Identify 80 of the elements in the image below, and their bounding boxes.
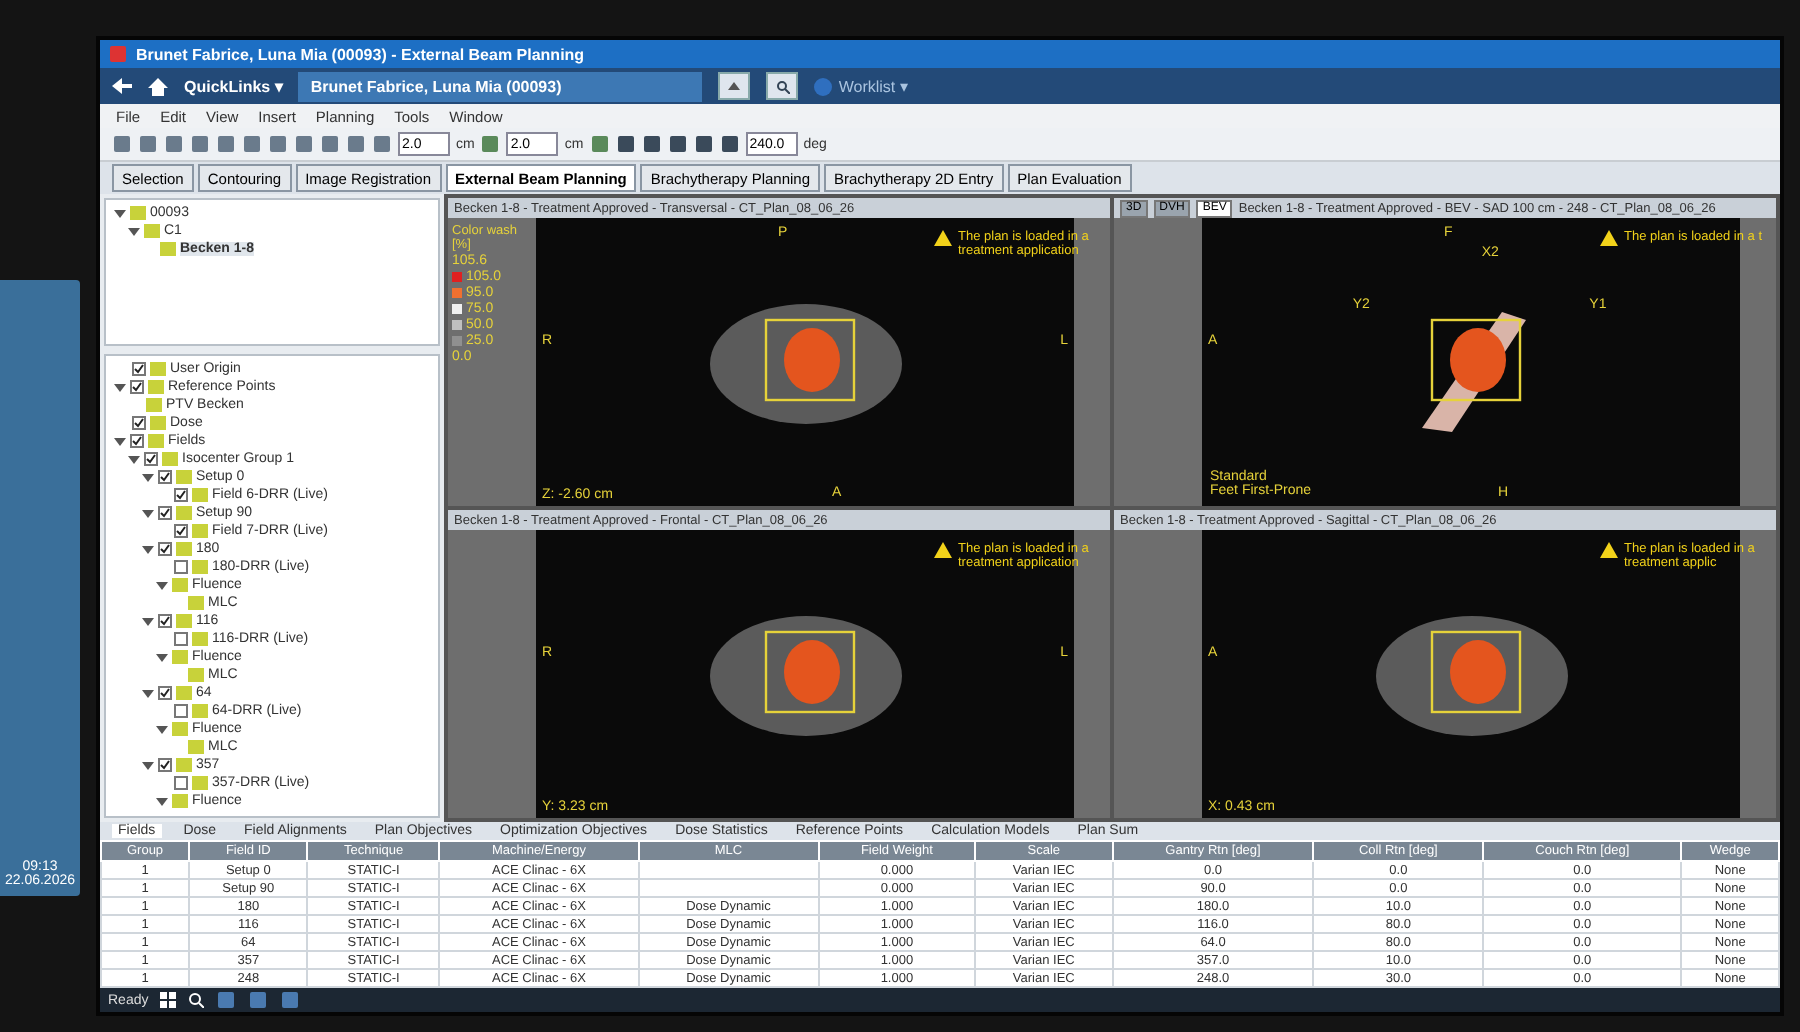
tree-node-icon — [192, 704, 208, 719]
collapse-arrow-icon[interactable] — [142, 507, 154, 520]
tree-node-icon — [162, 452, 178, 467]
tree-node-icon — [176, 506, 192, 521]
tree-node-icon — [176, 470, 192, 485]
collapse-arrow-icon[interactable] — [156, 579, 168, 592]
tree-node-icon — [176, 686, 192, 701]
patient-field[interactable]: Brunet Fabrice, Luna Mia (00093) — [298, 71, 703, 101]
worklist-menu[interactable]: Worklist ▾ — [814, 77, 908, 95]
tree-node-icon — [148, 380, 164, 395]
tree-node-icon — [172, 578, 188, 593]
collapse-arrow-icon[interactable] — [156, 795, 168, 808]
warning-icon — [934, 230, 952, 246]
taskbar-app-icon[interactable] — [216, 990, 237, 1010]
taskbar-app-icon[interactable] — [248, 990, 269, 1010]
tree-node-icon — [192, 776, 208, 791]
home-icon[interactable] — [148, 77, 168, 95]
start-icon[interactable] — [160, 992, 177, 1008]
collapse-arrow-icon[interactable] — [142, 471, 154, 484]
collapse-arrow-icon[interactable] — [142, 759, 154, 772]
checkbox[interactable] — [174, 632, 188, 647]
tree-node-icon — [176, 758, 192, 773]
checkbox[interactable] — [132, 416, 146, 431]
collapse-arrow-icon[interactable] — [128, 453, 140, 466]
tree-node-icon — [188, 596, 204, 611]
taskbar-app-icon[interactable] — [280, 990, 301, 1010]
warning-icon — [1600, 542, 1618, 558]
collapse-arrow-icon[interactable] — [128, 225, 140, 237]
checkbox[interactable] — [174, 524, 188, 539]
collapse-arrow-icon[interactable] — [142, 687, 154, 700]
checkbox[interactable] — [174, 776, 188, 791]
tree-node-icon — [176, 614, 192, 629]
tree-node-icon — [150, 362, 166, 377]
checkbox[interactable] — [130, 434, 144, 449]
worklist-icon — [814, 77, 833, 95]
checkbox[interactable] — [158, 542, 172, 557]
checkbox[interactable] — [130, 380, 144, 395]
up-triangle-icon — [728, 82, 741, 90]
checkbox[interactable] — [158, 614, 172, 629]
collapse-arrow-icon[interactable] — [156, 723, 168, 736]
checkbox[interactable] — [174, 560, 188, 575]
tree-node-icon — [130, 206, 146, 220]
warning-icon — [1600, 230, 1618, 246]
tree-node-icon — [188, 740, 204, 755]
tree-node-icon — [192, 488, 208, 503]
tree-node-icon — [176, 542, 192, 557]
collapse-arrow-icon[interactable] — [142, 615, 154, 628]
tree-node-icon — [172, 794, 188, 809]
tree-node-icon — [192, 560, 208, 575]
checkbox[interactable] — [174, 488, 188, 503]
checkbox[interactable] — [174, 704, 188, 719]
quicklinks-menu[interactable]: QuickLinks ▾ — [184, 77, 283, 95]
search-icon — [775, 79, 790, 93]
tree-node-icon — [146, 398, 162, 413]
tree-node-icon — [192, 524, 208, 539]
tree-node-icon — [172, 722, 188, 737]
collapse-arrow-icon[interactable] — [114, 207, 126, 219]
checkbox[interactable] — [144, 452, 158, 467]
tree-node-icon — [144, 224, 160, 238]
tree-node-icon — [192, 632, 208, 647]
checkbox[interactable] — [158, 470, 172, 485]
checkbox[interactable] — [158, 758, 172, 773]
search-icon[interactable] — [188, 992, 205, 1008]
collapse-arrow-icon[interactable] — [114, 381, 126, 394]
tree-node-icon — [150, 416, 166, 431]
collapse-arrow-icon[interactable] — [156, 651, 168, 664]
checkbox[interactable] — [132, 362, 146, 377]
search-button[interactable] — [766, 72, 799, 100]
collapse-arrow-icon[interactable] — [114, 435, 126, 448]
warning-icon — [934, 542, 952, 558]
tree-node-icon — [188, 668, 204, 683]
back-arrow-icon[interactable] — [112, 78, 132, 94]
tree-node-icon — [148, 434, 164, 449]
checkbox[interactable] — [158, 686, 172, 701]
collapse-arrow-icon[interactable] — [142, 543, 154, 556]
tree-node-icon — [172, 650, 188, 665]
checkbox[interactable] — [158, 506, 172, 521]
collapse-button[interactable] — [718, 72, 751, 100]
tree-node-icon — [160, 242, 176, 256]
window-title: Brunet Fabrice, Luna Mia (00093) - External Beam Planning — [136, 45, 585, 63]
